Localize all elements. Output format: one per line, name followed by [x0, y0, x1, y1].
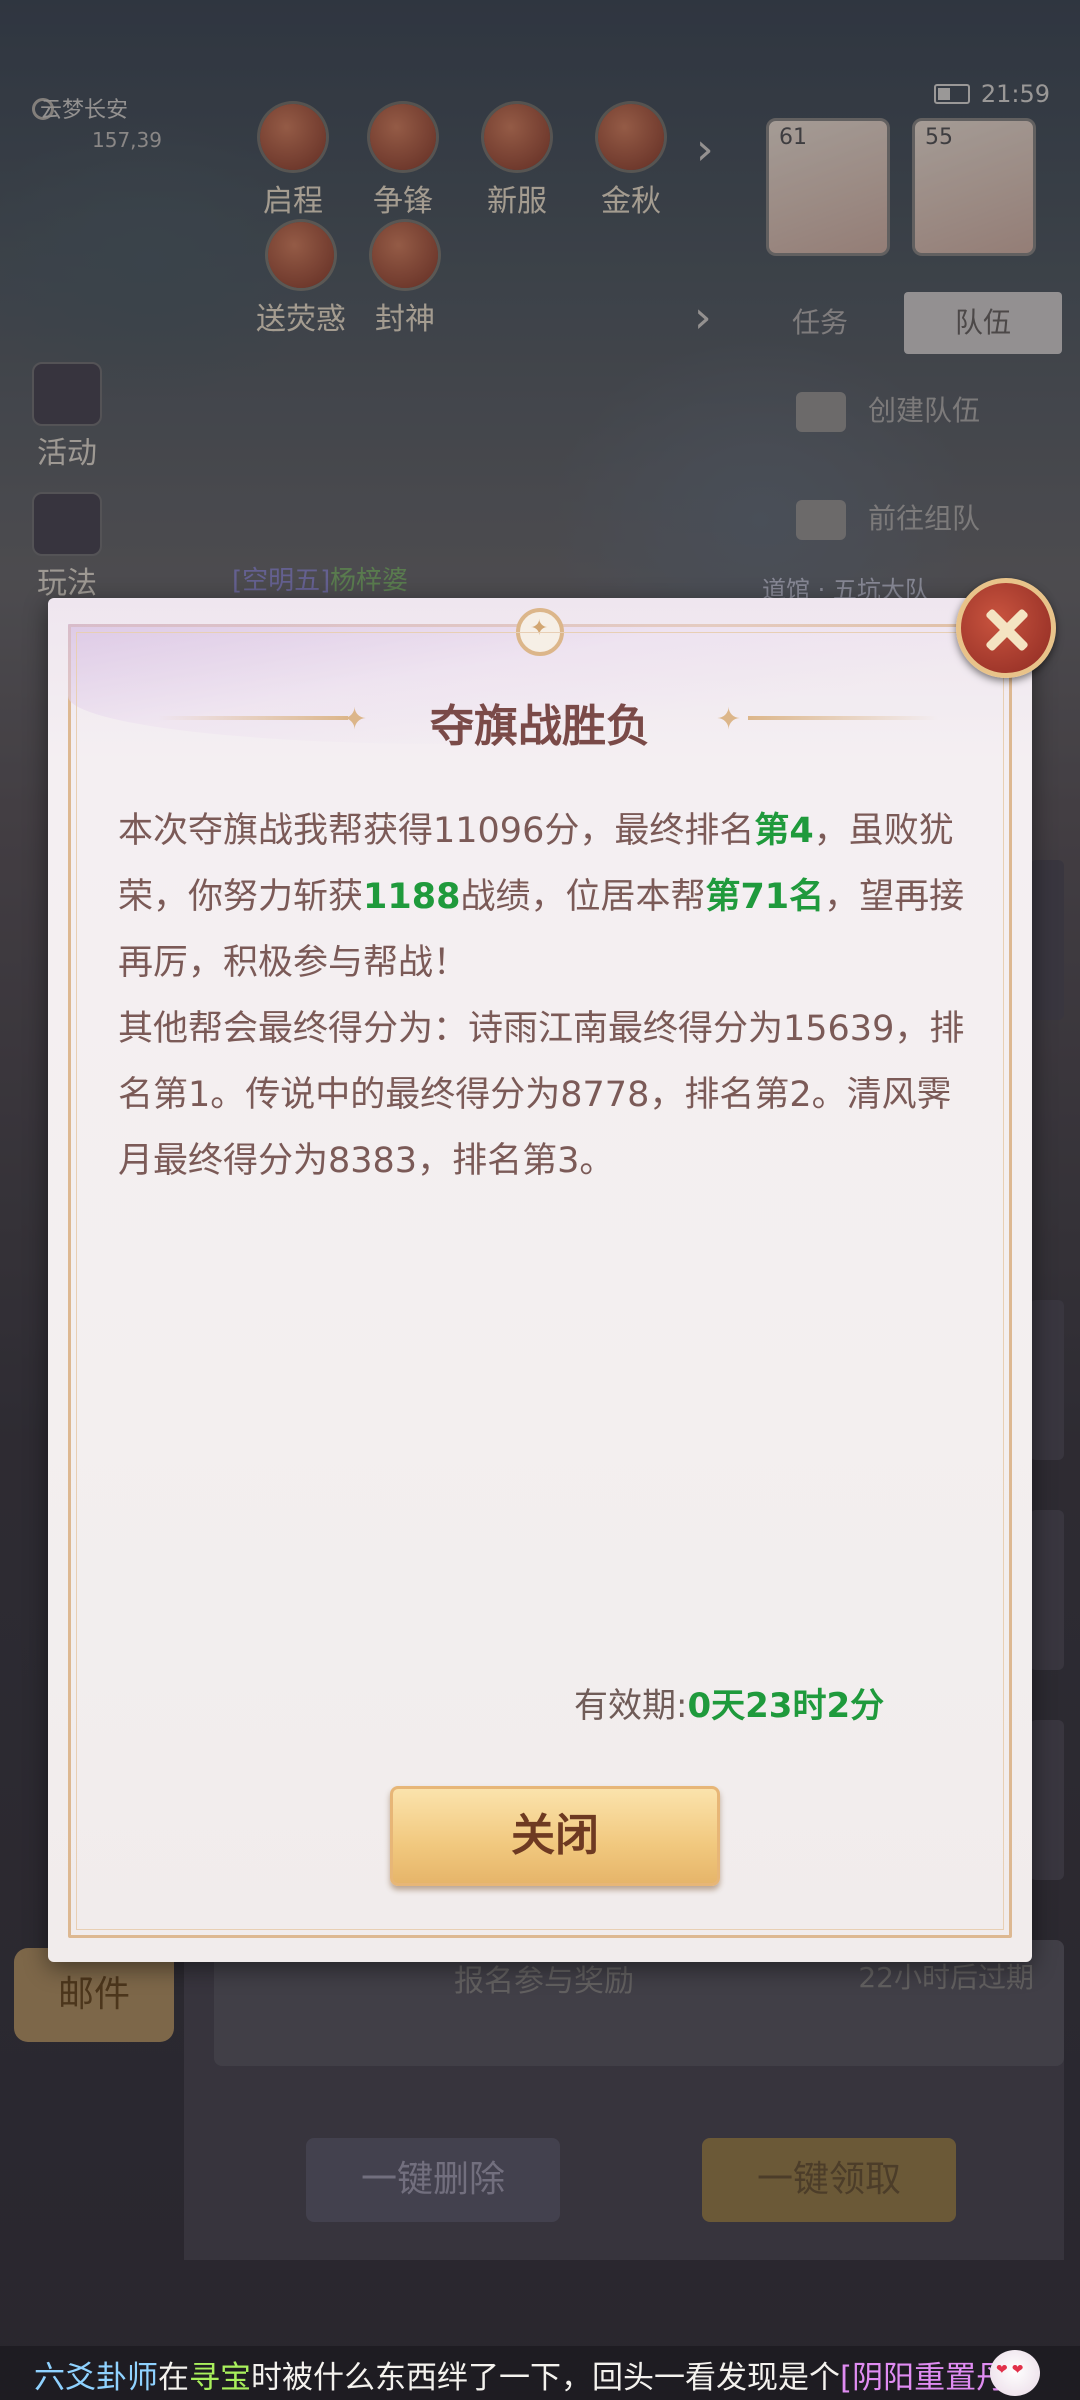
validity: 有效期:0天23时2分: [574, 1678, 884, 1727]
message-text: ，望再接再厉，积极参与帮战！: [118, 877, 965, 983]
crest-icon: [516, 608, 564, 656]
dialog-title: 夺旗战胜负: [430, 701, 650, 752]
dialog-header-decoration: [68, 624, 1012, 744]
emoji-icon: [990, 2350, 1040, 2396]
personal-rank-value: 第71名: [705, 877, 825, 917]
title-ornament-left: [158, 716, 348, 720]
guild-rank-value: 第4: [754, 811, 814, 851]
dialog-message: 本次夺旗战我帮获得11096分，最终排名第4，虽败犹荣，你努力斩获1188战绩，…: [118, 798, 978, 1194]
broadcast-role[interactable]: 六爻卦师: [34, 2360, 158, 2396]
message-text: ，虽败犹荣，你努力斩获: [118, 811, 954, 917]
broadcast-text: 时被什么东西绊了一下，回头一看发现是个: [251, 2360, 840, 2396]
message-text: 本次夺旗战我帮获得11096分，最终排名: [118, 811, 755, 851]
validity-value: 0天23时2分: [687, 1686, 885, 1726]
broadcast-action[interactable]: 寻宝: [189, 2360, 251, 2396]
merit-value: 1188: [363, 877, 461, 917]
message-paragraph-2: 其他帮会最终得分为：诗雨江南最终得分为15639，排名第1。传说中的最终得分为8…: [118, 1009, 965, 1181]
title-ornament-right: [748, 716, 938, 720]
star-ornament-icon: ✦: [342, 702, 368, 737]
validity-label: 有效期:: [574, 1686, 688, 1726]
broadcast-message: 六爻卦师在寻宝时被什么东西绊了一下，回头一看发现是个[阴阳重置丹]: [34, 2352, 1019, 2397]
flag-war-result-dialog: ✦ ✦ 夺旗战胜负 本次夺旗战我帮获得11096分，最终排名第4，虽败犹荣，你努…: [48, 598, 1032, 1962]
close-button[interactable]: 关闭: [390, 1786, 720, 1886]
message-text: 战绩，位居本帮: [460, 877, 706, 917]
message-paragraph-1: 本次夺旗战我帮获得11096分，最终排名第4，虽败犹荣，你努力斩获1188战绩，…: [118, 798, 978, 996]
broadcast-text: 在: [158, 2360, 189, 2396]
star-ornament-icon: ✦: [716, 702, 742, 737]
close-x-icon[interactable]: [956, 578, 1056, 678]
